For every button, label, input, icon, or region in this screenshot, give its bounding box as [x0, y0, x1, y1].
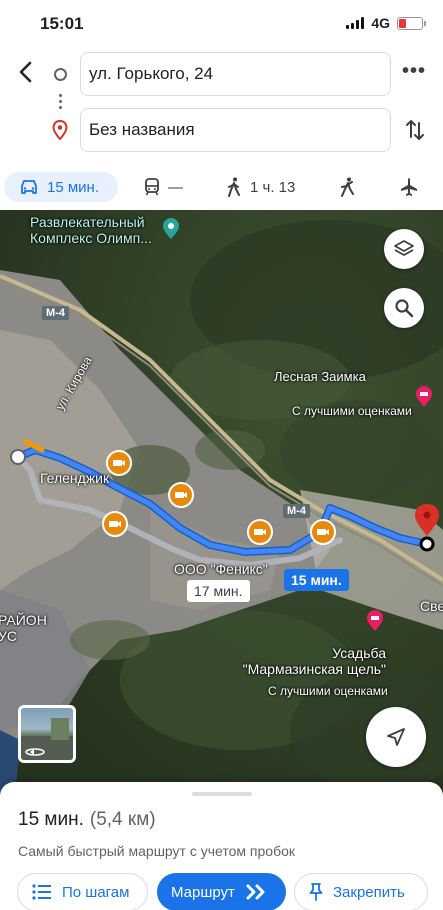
mode-walk[interactable]: 1 ч. 13: [226, 172, 295, 202]
poi-entertainment-label: Развлекательный Комплекс Олимп...: [30, 214, 152, 246]
speed-camera-icon[interactable]: [102, 511, 128, 537]
mode-car-label: 15 мин.: [47, 178, 99, 196]
road-m4-tag: М-4: [42, 306, 69, 320]
map-view[interactable]: Развлекательный Комплекс Олимп... Лесная…: [0, 210, 443, 798]
route-description: Самый быстрый маршрут с учетом пробок: [18, 843, 296, 859]
mode-walk-label: 1 ч. 13: [250, 178, 296, 196]
poi-feniks-label: ООО "Феникс": [174, 561, 268, 577]
pin-button-label: Закрепить: [333, 883, 405, 901]
mode-car[interactable]: 15 мин.: [4, 172, 118, 202]
street-view-icon: [21, 718, 73, 760]
navigation-arrow-icon: [387, 728, 405, 746]
speed-camera-icon[interactable]: [247, 519, 273, 545]
double-chevron-icon: [246, 884, 265, 900]
mode-ride[interactable]: [338, 172, 356, 202]
back-arrow-icon[interactable]: [12, 58, 40, 86]
route-summary: 15 мин. (5,4 км): [18, 809, 156, 831]
street-view-thumbnail[interactable]: [18, 705, 76, 763]
park-poi-icon[interactable]: [161, 218, 181, 240]
speed-camera-icon[interactable]: [106, 450, 132, 476]
walk-icon: [228, 177, 240, 197]
search-button[interactable]: [384, 288, 424, 328]
pin-button[interactable]: Закрепить: [294, 873, 428, 910]
list-icon: [32, 884, 51, 900]
battery-icon: [397, 16, 426, 30]
poi-forest-label: Лесная Заимка: [274, 369, 366, 384]
pushpin-icon: [309, 883, 323, 901]
city-gelendzhik-label: Геленджик: [40, 470, 110, 486]
speed-camera-icon[interactable]: [310, 519, 336, 545]
signal-icon: [346, 17, 365, 29]
route-time-main[interactable]: 15 мин.: [284, 569, 349, 591]
travel-modes: 15 мин. — 1 ч. 13: [0, 164, 443, 210]
mode-transit[interactable]: —: [144, 172, 183, 202]
layers-icon: [394, 240, 414, 256]
more-icon[interactable]: •••: [402, 61, 426, 81]
hotel-poi-icon[interactable]: [414, 386, 434, 408]
start-route-button-label: Маршрут: [171, 883, 235, 901]
road-m4-tag: М-4: [283, 504, 310, 518]
hotel-poi-icon[interactable]: [365, 610, 385, 632]
search-icon: [395, 299, 414, 318]
steps-button[interactable]: По шагам: [17, 873, 148, 910]
start-route-button[interactable]: Маршрут: [157, 873, 286, 910]
car-icon: [21, 180, 37, 194]
poi-estate-label: Усадьба "Мармазинская щель": [242, 645, 386, 677]
poi-estate-sub: С лучшими оценками: [268, 684, 388, 698]
destination-input[interactable]: Без названия: [80, 108, 391, 152]
route-header: ул. Горького, 24 Без названия •••: [0, 46, 443, 164]
mode-transit-label: —: [168, 178, 183, 196]
route-dots-icon: [59, 94, 62, 112]
origin-input[interactable]: ул. Горького, 24: [80, 52, 391, 96]
status-icons: 4G: [346, 15, 426, 31]
district-label: РАЙОН УС: [0, 612, 47, 644]
route-distance: (5,4 км): [89, 809, 156, 830]
status-bar: 15:01 4G: [0, 0, 443, 46]
origin-dot-icon: [54, 68, 67, 81]
my-location-button[interactable]: [366, 707, 426, 767]
status-time: 15:01: [40, 14, 84, 33]
transit-icon: [145, 178, 159, 196]
sheet-drag-handle[interactable]: [192, 792, 252, 796]
poi-forest-sub: С лучшими оценками: [292, 404, 412, 418]
route-bottom-sheet[interactable]: 15 мин. (5,4 км) Самый быстрый маршрут с …: [0, 782, 443, 910]
route-duration: 15 мин.: [18, 809, 84, 830]
swap-icon[interactable]: [403, 118, 427, 142]
mode-flight[interactable]: [399, 172, 419, 202]
flight-icon: [401, 178, 417, 196]
layers-button[interactable]: [384, 229, 424, 269]
route-time-alt[interactable]: 17 мин.: [187, 580, 250, 602]
steps-button-label: По шагам: [62, 883, 130, 901]
destination-pin-icon: [52, 120, 68, 140]
network-type: 4G: [371, 15, 390, 31]
ride-icon: [341, 177, 354, 197]
speed-camera-icon[interactable]: [168, 482, 194, 508]
poi-sve-label: Све: [420, 598, 443, 614]
